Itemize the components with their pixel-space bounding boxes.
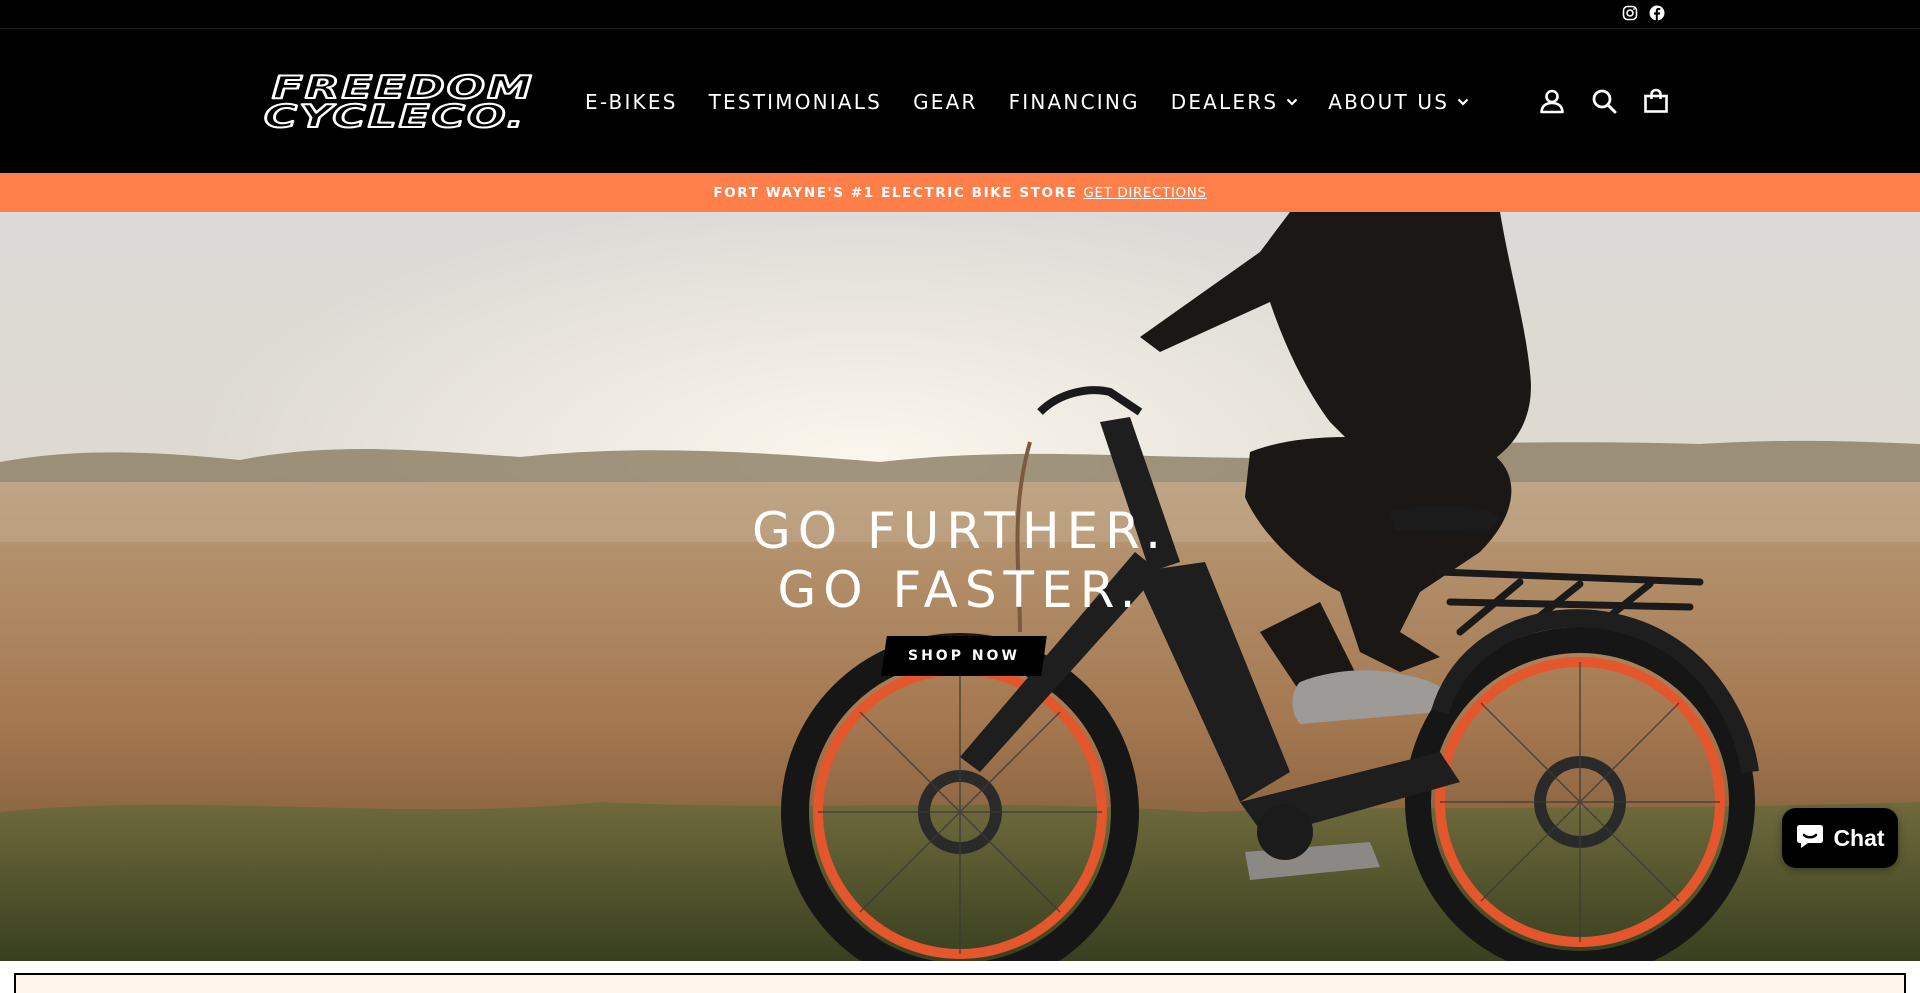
- nav-label: FINANCING: [1008, 90, 1140, 114]
- nav-label: TESTIMONIALS: [708, 90, 883, 114]
- nav-item-about-us[interactable]: ABOUT US: [1328, 90, 1469, 114]
- nav-item-e-bikes[interactable]: E-BIKES: [585, 90, 678, 114]
- site-header: FREEDOM CYCLECO. E-BIKES TESTIMONIALS GE…: [0, 30, 1920, 173]
- nav-label: ABOUT US: [1328, 90, 1450, 114]
- hero-banner: GO FURTHER. GO FASTER. SHOP NOW: [0, 212, 1920, 961]
- cart-icon[interactable]: [1641, 86, 1671, 116]
- nav-item-testimonials[interactable]: TESTIMONIALS: [709, 90, 882, 114]
- chat-label: Chat: [1833, 824, 1885, 851]
- hero-title-line1: GO FURTHER.: [751, 502, 1169, 560]
- next-section: [0, 961, 1920, 993]
- chevron-down-icon: [1286, 98, 1298, 106]
- nav-item-financing[interactable]: FINANCING: [1009, 90, 1140, 114]
- chat-bubble-icon: [1795, 821, 1825, 856]
- instagram-icon[interactable]: [1621, 4, 1639, 22]
- announcement-bar: FORT WAYNE'S #1 ELECTRIC BIKE STORE GET …: [0, 173, 1920, 212]
- top-social-bar: [0, 0, 1920, 29]
- account-icon[interactable]: [1537, 86, 1567, 116]
- nav-label: DEALERS: [1170, 90, 1279, 114]
- nav-item-dealers[interactable]: DEALERS: [1171, 90, 1299, 114]
- chat-button[interactable]: Chat: [1782, 808, 1898, 868]
- search-icon[interactable]: [1589, 86, 1619, 116]
- main-nav: E-BIKES TESTIMONIALS GEAR FINANCING DEAL…: [585, 87, 1469, 117]
- announcement-text: FORT WAYNE'S #1 ELECTRIC BIKE STORE: [713, 184, 1078, 201]
- chevron-down-icon: [1457, 98, 1469, 106]
- shop-now-button[interactable]: SHOP NOW: [881, 636, 1047, 676]
- svg-text:CYCLECO.: CYCLECO.: [264, 99, 526, 130]
- shop-now-label: SHOP NOW: [908, 648, 1020, 664]
- logo[interactable]: FREEDOM CYCLECO.: [262, 72, 538, 130]
- nav-item-gear[interactable]: GEAR: [913, 90, 978, 114]
- section-frame: [14, 973, 1906, 993]
- get-directions-link[interactable]: GET DIRECTIONS: [1083, 185, 1206, 201]
- hero-title-line2: GO FASTER.: [777, 561, 1143, 619]
- nav-label: E-BIKES: [585, 90, 678, 114]
- facebook-icon[interactable]: [1648, 4, 1666, 22]
- nav-label: GEAR: [913, 90, 978, 114]
